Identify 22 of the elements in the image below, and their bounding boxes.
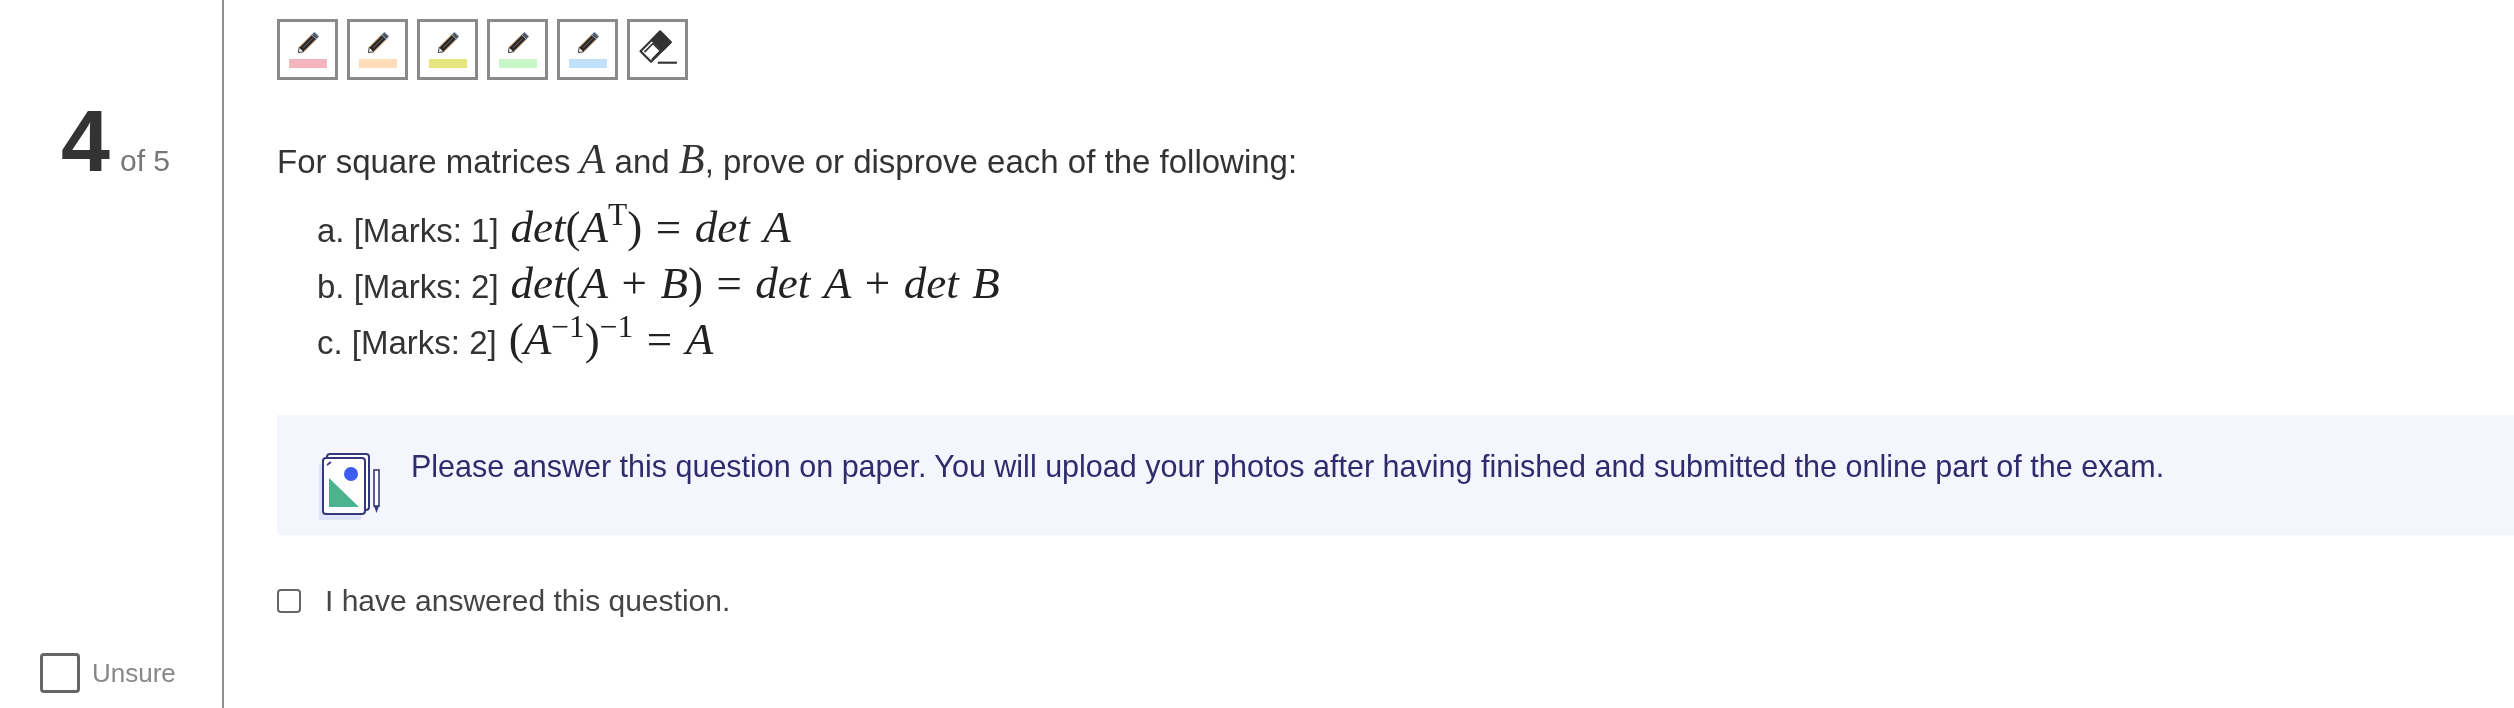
- unsure-checkbox[interactable]: [40, 653, 80, 693]
- question-text: For square matrices A and B, prove or disprove each of the following:: [277, 138, 1299, 183]
- highlighter-button[interactable]: [277, 19, 338, 80]
- highlighter-button[interactable]: [347, 19, 408, 80]
- notice-text: Please answer this question on paper. You will upload your photos after having finished and submitted the online part of the exam.: [411, 449, 2165, 484]
- question-total: of 5: [119, 144, 170, 178]
- picture-pencil-icon: [319, 452, 383, 520]
- highlighter-button[interactable]: [487, 19, 548, 80]
- highlighter-button[interactable]: [417, 19, 478, 80]
- highlighter-button[interactable]: [557, 19, 618, 80]
- eraser-button[interactable]: [627, 19, 688, 80]
- math-formula: det(A$^{T}$) = det A: [510, 201, 791, 253]
- answered-checkbox[interactable]: [277, 589, 301, 613]
- part-label: b. [Marks: 2]: [317, 267, 499, 307]
- question-number: 4: [61, 97, 110, 185]
- part-label: a. [Marks: 1]: [317, 211, 499, 251]
- part-label: c. [Marks: 2]: [317, 323, 497, 363]
- math-formula: det(A + B) = det A + det B: [510, 257, 1000, 309]
- answered-label: I have answered this question.: [325, 583, 731, 619]
- math-formula: (A$^{−1}$)$^{−1}$ = A: [508, 313, 714, 365]
- unsure-label: Unsure: [92, 657, 176, 689]
- eraser-icon: [637, 30, 678, 65]
